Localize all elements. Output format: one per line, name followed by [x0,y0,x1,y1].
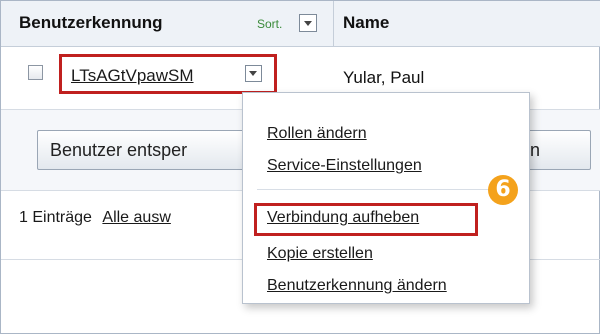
menu-separator [257,189,517,190]
row-checkbox[interactable] [28,65,43,80]
menu-item-disconnect[interactable]: Verbindung aufheben [267,209,419,227]
user-id-link[interactable]: LTsAGtVpawSM [71,66,194,86]
user-name: Yular, Paul [343,68,425,87]
column-header-name[interactable]: Name [343,13,389,33]
table-footer: 1 Einträge Alle ausw [19,209,171,227]
entry-count: 1 Einträge [19,209,92,226]
unlock-users-button[interactable]: Benutzer entsper [37,130,277,170]
user-table-panel: Benutzerkennung Sort. Name LTsAGtVpawSM … [0,0,600,334]
menu-item-change-roles[interactable]: Rollen ändern [267,125,367,143]
column-header-user-id[interactable]: Benutzerkennung [19,13,163,33]
menu-item-create-copy[interactable]: Kopie erstellen [267,245,373,263]
sort-dropdown-icon[interactable] [299,14,317,32]
menu-item-change-user-id[interactable]: Benutzerkennung ändern [267,277,447,295]
menu-item-service-settings[interactable]: Service-Einstellungen [267,157,422,175]
sort-label[interactable]: Sort. [257,17,282,31]
row-context-menu: Rollen ändern Service-Einstellungen Verb… [242,92,530,304]
column-divider [333,1,334,47]
row-menu-dropdown-icon[interactable] [245,65,262,82]
step-number-badge: 6 [488,175,518,205]
table-header: Benutzerkennung Sort. Name [1,1,600,47]
select-all-link[interactable]: Alle ausw [102,209,170,226]
